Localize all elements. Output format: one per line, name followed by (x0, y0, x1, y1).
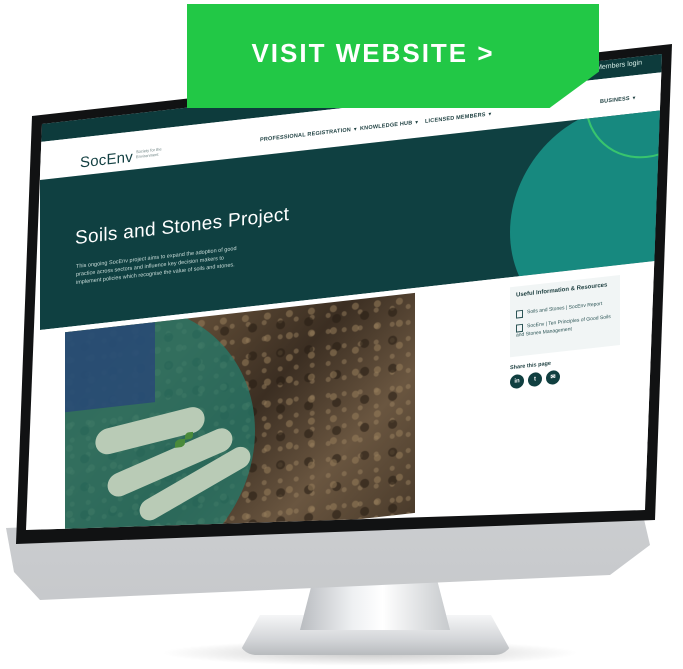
website-page: Members login SocEnv Society for the Env… (40, 54, 662, 530)
visit-website-button[interactable]: VISIT WEBSITE > (187, 4, 599, 108)
resource-link[interactable]: SocEnv | Ten Principles of Good Soils an… (516, 313, 616, 339)
nav-item-knowledge-hub[interactable]: KNOWLEDGE HUB ▾ (360, 120, 418, 133)
visit-website-label: VISIT WEBSITE > (251, 37, 495, 68)
nav-label: LICENSED MEMBERS (425, 112, 486, 125)
resources-heading: Useful Information & Resources (516, 282, 608, 299)
nav-item-professional-registration[interactable]: PROFESSIONAL REGISTRATION ▾ (260, 126, 357, 143)
share-heading: Share this page (510, 360, 551, 372)
resource-link-label: Soils and Stones | SocEnv Report (527, 300, 603, 316)
logo-tagline: Society for the Environment (136, 146, 162, 160)
email-icon[interactable]: ✉ (546, 369, 560, 386)
nav-item-licensed-members[interactable]: LICENSED MEMBERS ▾ (425, 111, 491, 124)
photo-water-area (65, 322, 155, 413)
chevron-down-icon: ▾ (632, 95, 636, 102)
nav-label: KNOWLEDGE HUB (360, 120, 413, 133)
soil-hands-photo (65, 292, 415, 530)
resource-link-label: SocEnv | Ten Principles of Good Soils an… (516, 313, 611, 339)
document-icon (516, 309, 523, 319)
chevron-down-icon: ▾ (488, 111, 492, 118)
site-logo[interactable]: SocEnv (80, 149, 133, 172)
chevron-down-icon: ▾ (353, 126, 357, 133)
chevron-down-icon: ▾ (415, 119, 419, 126)
twitter-icon[interactable]: t (528, 371, 542, 388)
nav-label: PROFESSIONAL REGISTRATION (260, 127, 351, 144)
resources-panel: Useful Information & Resources Soils and… (510, 274, 620, 358)
linkedin-icon[interactable]: in (510, 373, 524, 390)
nav-item-business[interactable]: BUSINESS ▾ (600, 95, 635, 105)
member-login-link[interactable]: Members login (596, 59, 642, 71)
page-title: Soils and Stones Project (75, 204, 290, 250)
nav-label: BUSINESS (600, 95, 630, 106)
page-intro: This ongoing SocEnv project aims to expa… (76, 245, 237, 286)
